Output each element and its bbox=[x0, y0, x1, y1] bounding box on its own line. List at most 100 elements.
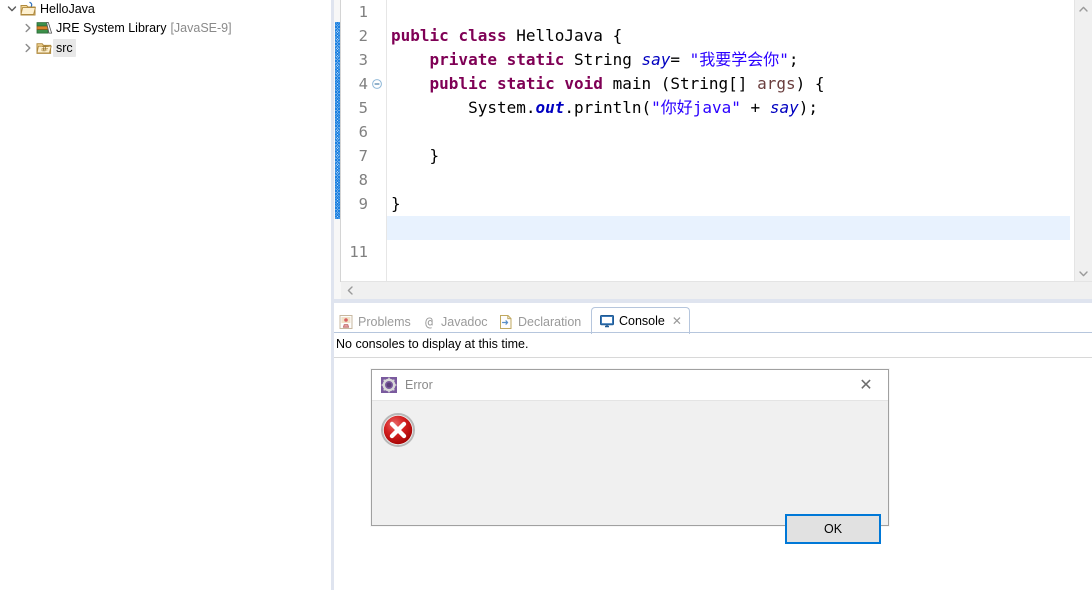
code-token: public bbox=[429, 74, 488, 93]
code-line[interactable]: } bbox=[387, 192, 1070, 216]
code-token: System. bbox=[391, 98, 536, 117]
code-line[interactable]: public class HelloJava { bbox=[387, 24, 1070, 48]
tree-item-sublabel: [JavaSE-9] bbox=[170, 21, 232, 35]
declaration-icon bbox=[498, 314, 514, 330]
scroll-up-icon[interactable] bbox=[1075, 0, 1092, 17]
tab-close-icon[interactable]: ✕ bbox=[672, 314, 682, 328]
fold-collapse-icon[interactable] bbox=[371, 72, 383, 96]
dialog-body: OK bbox=[372, 401, 888, 544]
tab-label: Console bbox=[619, 314, 665, 328]
code-token: private bbox=[429, 50, 497, 69]
line-number: 11 bbox=[349, 243, 368, 261]
line-number: 4 bbox=[358, 75, 368, 93]
code-token: } bbox=[391, 146, 440, 165]
code-line-current[interactable] bbox=[387, 216, 1070, 240]
line-number: 5 bbox=[358, 99, 368, 117]
code-token: "我要学会你" bbox=[689, 50, 789, 69]
eclipse-icon bbox=[381, 377, 397, 393]
javadoc-icon: @ bbox=[421, 314, 437, 330]
code-line[interactable]: public static void main (String[] args) … bbox=[387, 72, 1070, 96]
code-editor[interactable]: 1234567891011 public class HelloJava { p… bbox=[334, 0, 1092, 303]
editor-horizontal-scrollbar[interactable] bbox=[341, 281, 1092, 299]
error-dialog[interactable]: Error ✕ OK bbox=[371, 369, 889, 544]
line-number: 1 bbox=[358, 3, 368, 21]
code-token: + bbox=[740, 98, 770, 117]
code-line[interactable]: System.out.println("你好java" + say); bbox=[387, 96, 1070, 120]
chevron-right-icon[interactable] bbox=[20, 40, 36, 56]
line-number: 9 bbox=[358, 195, 368, 213]
tab-console[interactable]: Console ✕ bbox=[591, 307, 690, 334]
tab-problems[interactable]: Problems bbox=[338, 310, 411, 333]
code-token: ; bbox=[788, 50, 799, 69]
tree-item-hellojava[interactable]: HelloJava bbox=[4, 0, 95, 18]
source-folder-icon bbox=[36, 40, 53, 56]
editor-vertical-scrollbar[interactable] bbox=[1074, 0, 1092, 282]
code-token: static bbox=[506, 50, 565, 69]
tree-item-label: HelloJava bbox=[40, 2, 95, 16]
code-line[interactable]: private static String say= "我要学会你"; bbox=[387, 48, 1070, 72]
library-icon bbox=[36, 20, 53, 36]
ok-button[interactable]: OK bbox=[785, 514, 881, 544]
code-token: args bbox=[757, 74, 796, 93]
package-explorer[interactable]: HelloJava JRE System Library [JavaSE-9] bbox=[0, 0, 333, 590]
code-token: HelloJava { bbox=[506, 26, 623, 45]
code-token: public bbox=[391, 26, 449, 45]
code-token: say bbox=[769, 98, 799, 117]
tab-javadoc[interactable]: @ Javadoc bbox=[421, 310, 488, 333]
scrollbar-corner bbox=[334, 282, 341, 299]
line-number: 7 bbox=[358, 147, 368, 165]
line-number: 6 bbox=[358, 123, 368, 141]
close-icon[interactable]: ✕ bbox=[844, 370, 888, 400]
error-icon bbox=[381, 413, 415, 447]
tab-declaration[interactable]: Declaration bbox=[498, 310, 581, 333]
tab-label: Javadoc bbox=[441, 314, 488, 329]
code-token: void bbox=[564, 74, 603, 93]
changed-lines-marker bbox=[335, 22, 340, 219]
svg-text:@: @ bbox=[425, 315, 433, 330]
code-line[interactable] bbox=[387, 0, 1070, 24]
code-token: out bbox=[535, 98, 565, 117]
code-line[interactable] bbox=[387, 168, 1070, 192]
code-token: = bbox=[670, 50, 690, 69]
editor-bottom-edge bbox=[334, 299, 1092, 303]
java-project-icon bbox=[20, 1, 37, 17]
code-token: main (String[] bbox=[602, 74, 758, 93]
tree-item-jre-system-library[interactable]: JRE System Library [JavaSE-9] bbox=[20, 19, 232, 37]
tree-item-label: JRE System Library bbox=[56, 21, 167, 35]
dialog-title-text: Error bbox=[405, 378, 433, 392]
code-token: "你好java" bbox=[651, 98, 741, 117]
code-line[interactable]: } bbox=[387, 144, 1070, 168]
code-token: String bbox=[564, 50, 642, 69]
console-empty-message: No consoles to display at this time. bbox=[336, 337, 529, 351]
tab-bar-underline bbox=[334, 332, 1092, 333]
problems-icon bbox=[338, 314, 354, 330]
console-icon bbox=[599, 313, 615, 329]
code-token: .println( bbox=[564, 98, 652, 117]
code-text-area[interactable]: public class HelloJava { private static … bbox=[387, 0, 1070, 282]
line-number: 2 bbox=[358, 27, 368, 45]
code-token: say bbox=[641, 50, 671, 69]
scroll-down-icon[interactable] bbox=[1075, 265, 1092, 282]
dialog-title-bar[interactable]: Error ✕ bbox=[372, 370, 888, 401]
tab-label: Problems bbox=[358, 314, 411, 329]
scroll-left-icon[interactable] bbox=[341, 282, 358, 299]
code-token: } bbox=[391, 194, 401, 213]
tree-item-label: src bbox=[53, 39, 76, 57]
view-tab-bar[interactable]: Problems @ Javadoc Declaration Console ✕ bbox=[334, 307, 1092, 334]
chevron-down-icon[interactable] bbox=[4, 1, 20, 17]
tree-item-src[interactable]: src bbox=[20, 39, 76, 57]
chevron-right-icon[interactable] bbox=[20, 20, 36, 36]
code-token: class bbox=[458, 26, 507, 45]
tab-label: Declaration bbox=[518, 314, 582, 329]
code-token: ) { bbox=[795, 74, 825, 93]
line-number: 3 bbox=[358, 51, 368, 69]
code-line[interactable] bbox=[387, 240, 1070, 264]
code-line[interactable] bbox=[387, 120, 1070, 144]
change-ruler bbox=[334, 0, 341, 282]
